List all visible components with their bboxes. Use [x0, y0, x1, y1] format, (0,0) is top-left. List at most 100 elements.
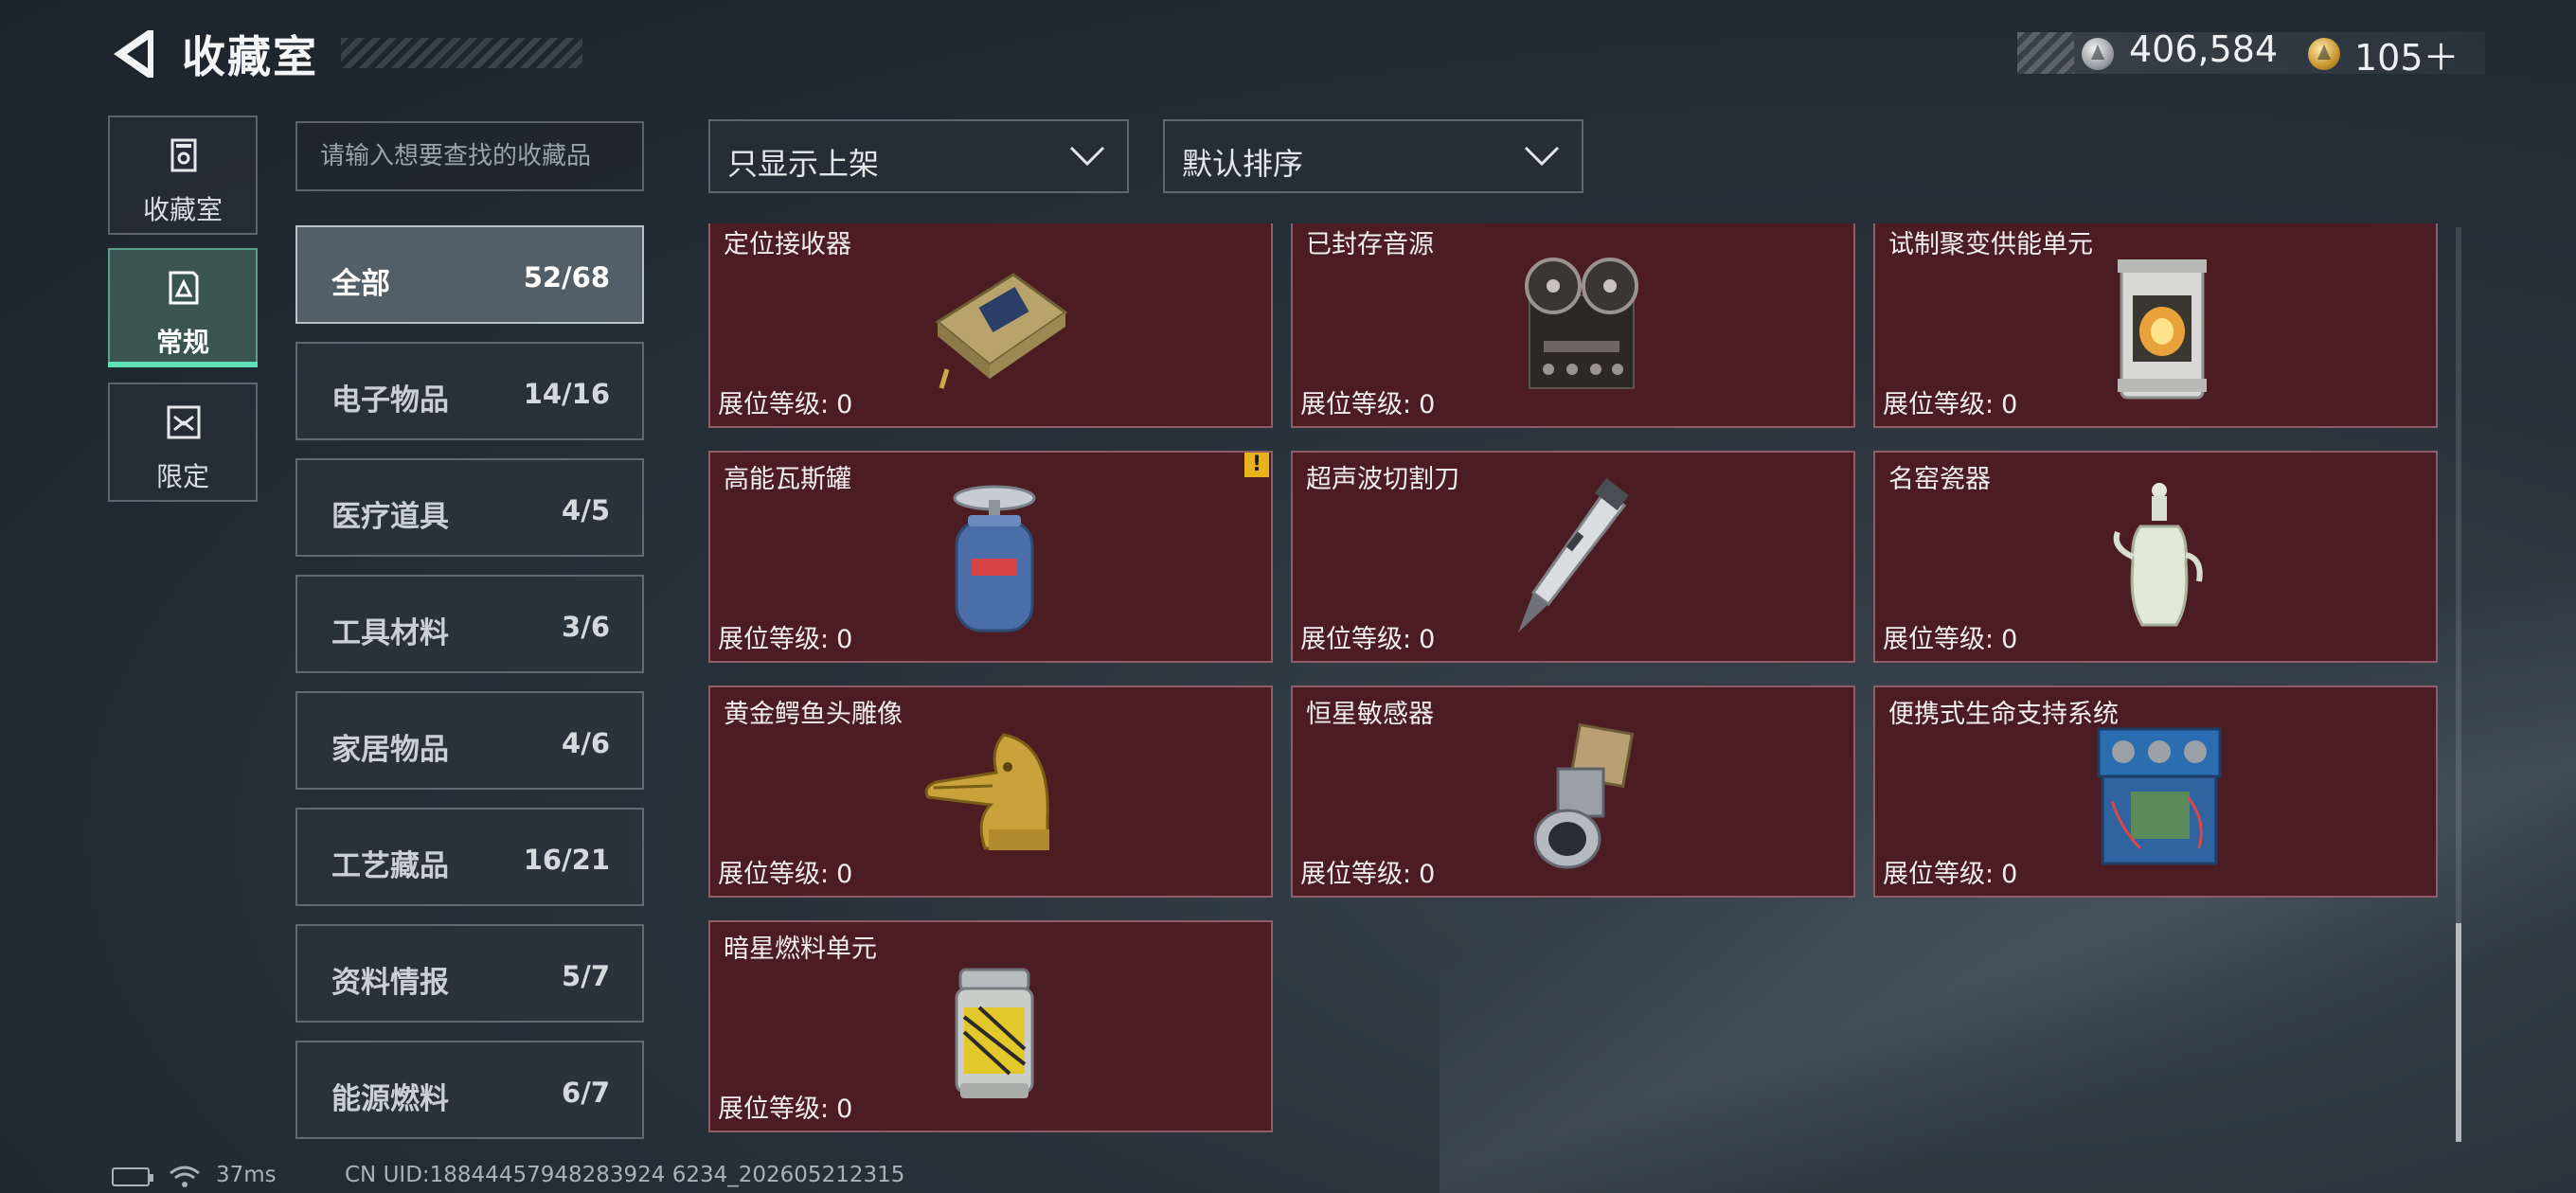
category-medical[interactable]: 医疗道具 4/5 — [295, 458, 644, 557]
gold-coin-icon[interactable] — [2308, 38, 2340, 70]
fusion-power-unit-icon — [2118, 259, 2207, 400]
back-arrow-icon[interactable] — [106, 27, 159, 81]
level-label: 展位等级: — [718, 860, 830, 889]
category-household[interactable]: 家居物品 4/6 — [295, 691, 644, 790]
item-name: 高能瓦斯罐 — [724, 465, 851, 494]
item-name: 试制聚变供能单元 — [1888, 230, 2093, 259]
item-level: 展位等级: 0 — [718, 853, 852, 890]
star-sensor-icon — [1533, 722, 1635, 869]
item-card[interactable]: 名窑瓷器 展位等级: 0 — [1873, 451, 2438, 663]
level-label: 展位等级: — [718, 1095, 830, 1124]
item-name: 黄金鳄鱼头雕像 — [724, 700, 903, 729]
dropdown-value: 默认排序 — [1182, 146, 1304, 182]
collection-grid[interactable]: 定位接收器 展位等级: 0 已封存音源 展位等级: 0 试制聚变供能单元 展位等… — [701, 223, 2462, 1142]
category-count: 3/6 — [562, 611, 610, 643]
level-value: 0 — [2001, 860, 2018, 889]
category-electronics[interactable]: 电子物品 14/16 — [295, 342, 644, 440]
level-value: 0 — [836, 1095, 853, 1124]
rail-tab-label: 收藏室 — [142, 194, 223, 225]
category-energy[interactable]: 能源燃料 6/7 — [295, 1041, 644, 1139]
silver-coin-icon — [2082, 38, 2114, 70]
level-label: 展位等级: — [1300, 625, 1412, 654]
item-level: 展位等级: 0 — [1883, 853, 2017, 890]
category-name: 全部 — [331, 267, 390, 301]
item-level: 展位等级: 0 — [1300, 618, 1435, 655]
player-uid: CN UID:18844457948283924 6234_2026052123… — [345, 1163, 905, 1187]
item-level: 展位等级: 0 — [718, 1088, 852, 1125]
category-name: 工具材料 — [331, 616, 449, 650]
level-value: 0 — [2001, 390, 2018, 419]
rail-active-indicator — [108, 362, 258, 367]
level-value: 0 — [836, 860, 853, 889]
rail-tab-collection-room[interactable]: 收藏室 — [108, 116, 258, 235]
item-card[interactable]: 黄金鳄鱼头雕像 展位等级: 0 — [708, 686, 1273, 898]
category-name: 工艺藏品 — [331, 849, 449, 883]
wifi-icon — [170, 1166, 200, 1187]
category-count: 16/21 — [523, 844, 610, 876]
level-value: 0 — [1419, 390, 1436, 419]
category-count: 4/5 — [562, 494, 610, 526]
rail-tab-label: 常规 — [155, 327, 209, 358]
item-level: 展位等级: 0 — [1883, 383, 2017, 420]
category-crafts[interactable]: 工艺藏品 16/21 — [295, 808, 644, 906]
level-value: 0 — [836, 625, 853, 654]
limited-icon — [167, 405, 201, 439]
item-level: 展位等级: 0 — [1300, 383, 1435, 420]
item-card[interactable]: 恒星敏感器 展位等级: 0 — [1291, 686, 1855, 898]
ping-latency: 37ms — [216, 1163, 277, 1187]
category-all[interactable]: 全部 52/68 — [295, 225, 644, 324]
level-label: 展位等级: — [1300, 390, 1412, 419]
category-intel[interactable]: 资料情报 5/7 — [295, 924, 644, 1023]
item-level: 展位等级: 0 — [718, 383, 852, 420]
item-name: 暗星燃料单元 — [724, 935, 877, 964]
reel-tape-recorder-icon — [1525, 258, 1638, 389]
level-value: 0 — [1419, 860, 1436, 889]
rail-tab-label: 限定 — [155, 461, 209, 492]
category-name: 资料情报 — [331, 966, 449, 1000]
porcelain-vase-icon — [2113, 483, 2203, 627]
level-value: 0 — [836, 390, 853, 419]
chevron-down-icon — [1524, 146, 1560, 167]
item-card[interactable]: 已封存音源 展位等级: 0 — [1291, 223, 1855, 428]
dropdown-value: 只显示上架 — [727, 146, 880, 182]
category-count: 6/7 — [562, 1077, 610, 1109]
grid-scrollbar-thumb[interactable] — [2456, 923, 2461, 1142]
item-card[interactable]: 定位接收器 展位等级: 0 — [708, 223, 1273, 428]
silver-currency-value: 406,584 — [2129, 28, 2279, 70]
item-card[interactable]: 暗星燃料单元 展位等级: 0 — [708, 920, 1273, 1132]
level-label: 展位等级: — [1300, 860, 1412, 889]
rail-tab-regular[interactable]: 常规 — [108, 248, 258, 367]
battery-icon — [112, 1167, 153, 1186]
sort-dropdown[interactable]: 默认排序 — [1163, 119, 1583, 193]
level-label: 展位等级: — [1883, 625, 1995, 654]
gold-currency-value[interactable]: 105＋ — [2354, 28, 2460, 80]
fuel-cell-icon — [955, 968, 1034, 1098]
item-name: 超声波切割刀 — [1306, 465, 1459, 494]
item-card[interactable]: 超声波切割刀 展位等级: 0 — [1291, 451, 1855, 663]
category-name: 能源燃料 — [331, 1082, 449, 1116]
display-filter-dropdown[interactable]: 只显示上架 — [708, 119, 1129, 193]
item-level: 展位等级: 0 — [718, 618, 852, 655]
category-count: 4/6 — [562, 727, 610, 759]
level-value: 0 — [1419, 625, 1436, 654]
item-name: 恒星敏感器 — [1306, 700, 1434, 729]
level-label: 展位等级: — [718, 625, 830, 654]
collection-room-icon — [170, 138, 197, 172]
page-title: 收藏室 — [182, 31, 318, 82]
search-input[interactable] — [295, 121, 644, 191]
category-tools[interactable]: 工具材料 3/6 — [295, 575, 644, 673]
item-level: 展位等级: 0 — [1883, 618, 2017, 655]
item-name: 定位接收器 — [724, 230, 851, 259]
item-level: 展位等级: 0 — [1300, 853, 1435, 890]
item-card[interactable]: 便携式生命支持系统 展位等级: 0 — [1873, 686, 2438, 898]
top-header: 收藏室 406,584 105＋ — [0, 0, 2576, 104]
item-card[interactable]: 试制聚变供能单元 展位等级: 0 — [1873, 223, 2438, 428]
chevron-down-icon — [1069, 146, 1105, 167]
life-support-system-icon — [2097, 727, 2222, 865]
level-label: 展位等级: — [1883, 390, 1995, 419]
golden-crocodile-statue-icon — [924, 733, 1049, 850]
item-card[interactable]: 高能瓦斯罐 ! 展位等级: 0 — [708, 451, 1273, 663]
ultrasonic-cutter-icon — [1518, 477, 1629, 632]
rail-tab-limited[interactable]: 限定 — [108, 383, 258, 502]
regular-book-icon — [169, 271, 199, 305]
